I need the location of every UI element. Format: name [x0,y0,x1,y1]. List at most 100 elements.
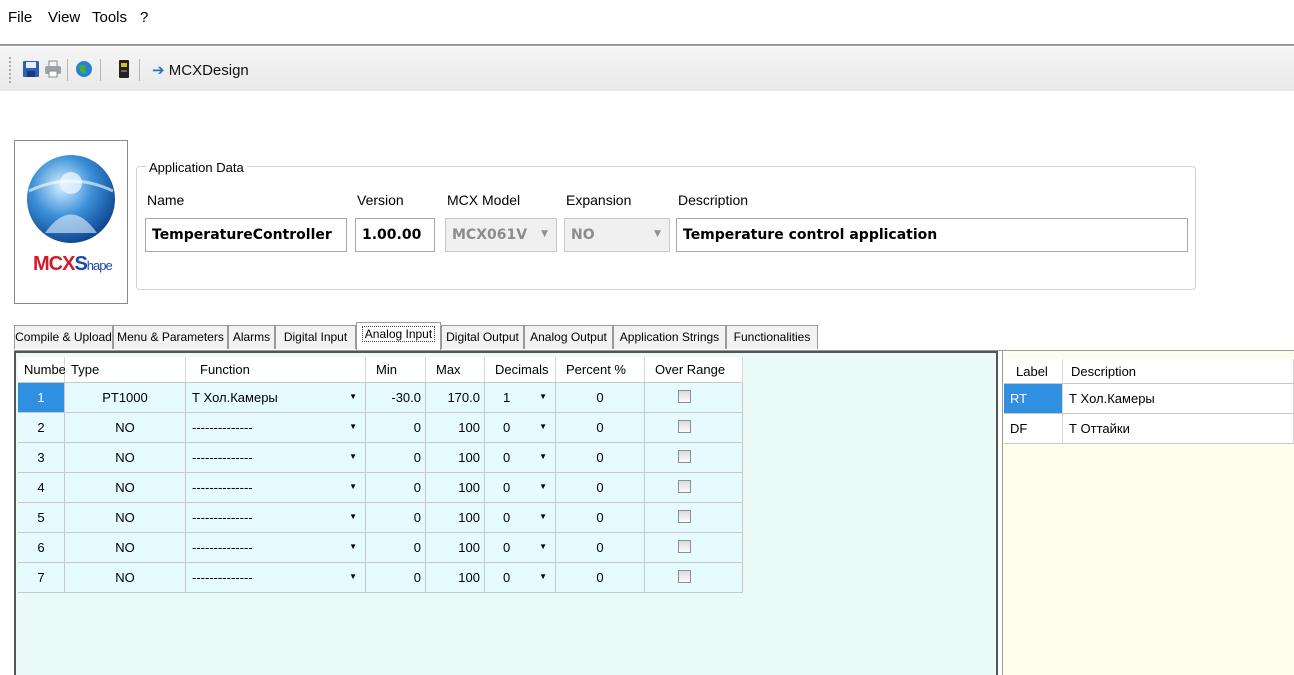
cell-function[interactable]: -------------- ▼ [186,443,366,473]
cell-number[interactable]: 1 [18,383,65,413]
cell-type[interactable]: NO [65,443,186,473]
over-range-checkbox[interactable] [678,450,691,463]
chevron-down-icon[interactable]: ▼ [349,392,357,401]
cell-decimals[interactable]: 0 ▼ [485,473,556,503]
chevron-down-icon[interactable]: ▼ [349,452,357,461]
chevron-down-icon[interactable]: ▼ [349,512,357,521]
column-header-label[interactable]: Label [1004,359,1063,384]
cell-over-range[interactable] [645,413,743,443]
menu-tools[interactable]: Tools [92,9,127,26]
over-range-checkbox[interactable] [678,570,691,583]
tab-digital-output[interactable]: Digital Output [441,325,524,349]
cell-percent[interactable]: 0 [556,473,645,503]
cell-min[interactable]: 0 [366,503,426,533]
cell-function[interactable]: Т Хол.Камеры ▼ [186,383,366,413]
tab-analog-input[interactable]: Analog Input [356,322,441,351]
over-range-checkbox[interactable] [678,480,691,493]
column-header-decimals[interactable]: Decimals [485,357,556,383]
chevron-down-icon[interactable]: ▼ [349,422,357,431]
cell-number[interactable]: 4 [18,473,65,503]
cell-percent[interactable]: 0 [556,443,645,473]
cell-min[interactable]: -30.0 [366,383,426,413]
table-row[interactable]: 7 NO -------------- ▼ 0 100 0 ▼ 0 [18,563,743,593]
cell-function[interactable]: -------------- ▼ [186,533,366,563]
tab-digital-input[interactable]: Digital Input [275,325,356,349]
description-field[interactable]: Temperature control application [676,218,1188,252]
tab-menu-parameters[interactable]: Menu & Parameters [113,325,228,349]
menu-help[interactable]: ? [140,9,148,26]
cell-type[interactable]: PT1000 [65,383,186,413]
column-header-max[interactable]: Max [426,357,485,383]
cell-percent[interactable]: 0 [556,533,645,563]
cell-percent[interactable]: 0 [556,503,645,533]
cell-percent[interactable]: 0 [556,563,645,593]
table-row[interactable]: 6 NO -------------- ▼ 0 100 0 ▼ 0 [18,533,743,563]
chevron-down-icon[interactable]: ▼ [539,542,547,551]
cell-min[interactable]: 0 [366,533,426,563]
column-header-over-range[interactable]: Over Range [645,357,743,383]
column-header-type[interactable]: Type [65,357,186,383]
cell-function[interactable]: -------------- ▼ [186,563,366,593]
tab-analog-output[interactable]: Analog Output [524,325,613,349]
table-row[interactable]: 5 NO -------------- ▼ 0 100 0 ▼ 0 [18,503,743,533]
cell-percent[interactable]: 0 [556,413,645,443]
cell-min[interactable]: 0 [366,563,426,593]
cell-number[interactable]: 7 [18,563,65,593]
expansion-select[interactable]: NO ▼ [564,218,670,252]
over-range-checkbox[interactable] [678,420,691,433]
chevron-down-icon[interactable]: ▼ [349,542,357,551]
over-range-checkbox[interactable] [678,510,691,523]
cell-decimals[interactable]: 1 ▼ [485,383,556,413]
label-description-cell[interactable]: Т Хол.Камеры [1063,384,1294,414]
menu-file[interactable]: File [8,9,32,26]
chevron-down-icon[interactable]: ▼ [349,482,357,491]
cell-max[interactable]: 170.0 [426,383,485,413]
cell-over-range[interactable] [645,443,743,473]
cell-function[interactable]: -------------- ▼ [186,503,366,533]
cell-max[interactable]: 100 [426,503,485,533]
cell-function[interactable]: -------------- ▼ [186,413,366,443]
cell-number[interactable]: 3 [18,443,65,473]
tab-compile-upload[interactable]: Compile & Upload [14,325,113,349]
mcx-model-select[interactable]: MCX061V ▼ [445,218,557,252]
menu-view[interactable]: View [48,9,80,26]
toolbar-grip[interactable] [9,57,11,83]
cell-over-range[interactable] [645,533,743,563]
table-row[interactable]: 2 NO -------------- ▼ 0 100 0 ▼ 0 [18,413,743,443]
cell-function[interactable]: -------------- ▼ [186,473,366,503]
column-header-function[interactable]: Function [186,357,366,383]
cell-max[interactable]: 100 [426,533,485,563]
save-icon[interactable] [22,60,40,78]
device-icon[interactable] [115,60,133,78]
cell-max[interactable]: 100 [426,473,485,503]
chevron-down-icon[interactable]: ▼ [539,392,547,401]
cell-type[interactable]: NO [65,473,186,503]
mcxdesign-link[interactable]: ➔ MCXDesign [152,61,249,79]
column-header-description[interactable]: Description [1063,359,1294,384]
cell-type[interactable]: NO [65,533,186,563]
globe-icon[interactable] [75,60,93,78]
cell-over-range[interactable] [645,383,743,413]
cell-over-range[interactable] [645,473,743,503]
chevron-down-icon[interactable]: ▼ [539,422,547,431]
chevron-down-icon[interactable]: ▼ [349,572,357,581]
tab-alarms[interactable]: Alarms [228,325,275,349]
cell-type[interactable]: NO [65,413,186,443]
cell-number[interactable]: 6 [18,533,65,563]
version-field[interactable]: 1.00.00 [355,218,435,252]
cell-decimals[interactable]: 0 ▼ [485,533,556,563]
tab-functionalities[interactable]: Functionalities [726,325,818,349]
cell-over-range[interactable] [645,563,743,593]
over-range-checkbox[interactable] [678,390,691,403]
chevron-down-icon[interactable]: ▼ [539,512,547,521]
table-row[interactable]: 1 PT1000 Т Хол.Камеры ▼ -30.0 170.0 1 ▼ 0 [18,383,743,413]
chevron-down-icon[interactable]: ▼ [539,572,547,581]
chevron-down-icon[interactable]: ▼ [539,482,547,491]
cell-decimals[interactable]: 0 ▼ [485,443,556,473]
label-cell[interactable]: DF [1004,414,1063,444]
chevron-down-icon[interactable]: ▼ [539,452,547,461]
column-header-percent[interactable]: Percent % [556,357,645,383]
over-range-checkbox[interactable] [678,540,691,553]
cell-over-range[interactable] [645,503,743,533]
cell-min[interactable]: 0 [366,413,426,443]
